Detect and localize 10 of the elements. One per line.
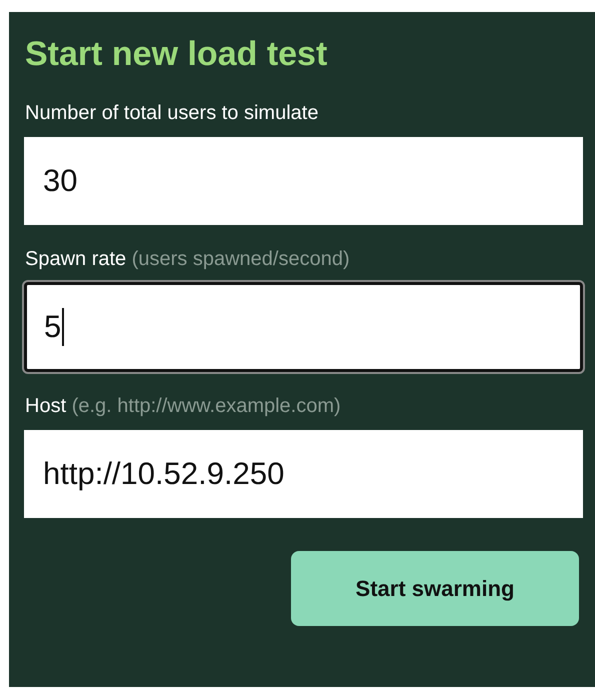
start-swarming-button[interactable]: Start swarming	[291, 551, 579, 626]
field-label: Host	[25, 395, 66, 417]
input-field[interactable]: http://10.52.9.250	[24, 430, 583, 518]
field-label: Spawn rate	[25, 248, 126, 270]
field-hint: (e.g. http://www.example.com)	[72, 395, 341, 417]
input-field[interactable]: 5	[24, 282, 583, 372]
field-hint: (users spawned/second)	[132, 248, 350, 270]
field-label: Number of total users to simulate	[25, 102, 318, 124]
form-title: Start new load test	[25, 34, 328, 75]
input-field[interactable]: 30	[24, 137, 583, 225]
